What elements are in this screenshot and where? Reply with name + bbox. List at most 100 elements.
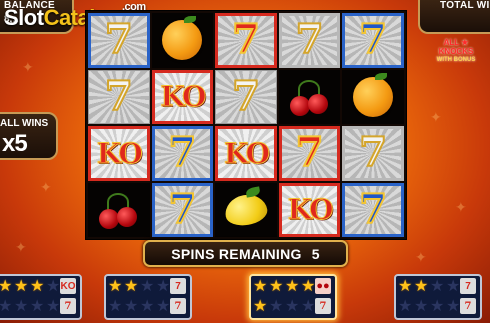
reel-cell-seven: 7 <box>215 69 277 124</box>
cherries-icon <box>288 78 332 116</box>
reel-grid: 7 7 7 7 7 KO 7 KO 7 KO 7 7 7 KO 7 <box>85 10 407 240</box>
star-filled-icon: ★ <box>301 278 316 295</box>
lemon-icon <box>222 191 270 229</box>
spins-remaining-value: 5 <box>311 245 320 262</box>
reel-cell-seven: 7 <box>151 182 214 237</box>
game-logo-subtitle: WITH BONUS <box>436 57 476 63</box>
star-filled-icon: ★ <box>253 298 268 315</box>
star-filled-icon: ★ <box>14 278 29 295</box>
star-filled-icon: ★ <box>414 278 429 295</box>
background-star-icon: ✦ <box>455 199 467 215</box>
reel-cell-seven: 7 <box>215 13 277 68</box>
background-star-icon: ✦ <box>40 179 52 195</box>
cherries-icon: ●● <box>315 278 331 294</box>
star-empty-icon: ★ <box>14 298 29 315</box>
star-empty-icon: ★ <box>30 298 45 315</box>
seven-icon: 7 <box>170 278 186 294</box>
bonus-panel-1: ★★★★★★★★★★KO7 <box>0 274 82 320</box>
star-empty-icon: ★ <box>269 298 284 315</box>
reel-cell-ko: KO <box>88 126 150 181</box>
seven-icon: 7 <box>460 298 476 314</box>
star-empty-icon: ★ <box>140 278 155 295</box>
background-star-icon: ✦ <box>22 59 34 75</box>
background-star-icon: ✦ <box>430 109 442 125</box>
star-empty-icon: ★ <box>46 298 61 315</box>
star-empty-icon: ★ <box>46 278 61 295</box>
reel-cell-seven: 7 <box>278 126 341 181</box>
star-filled-icon: ★ <box>30 278 45 295</box>
star-filled-icon: ★ <box>285 278 300 295</box>
orange-icon <box>353 72 394 117</box>
star-empty-icon: ★ <box>156 278 171 295</box>
seven-symbol: 7 <box>231 16 261 64</box>
cherries-icon <box>97 191 141 229</box>
seven-icon: 7 <box>315 298 331 314</box>
total-win-display: TOTAL WI <box>418 0 490 34</box>
star-empty-icon: ★ <box>430 298 445 315</box>
star-filled-icon: ★ <box>124 278 139 295</box>
seven-symbol: 7 <box>358 16 388 64</box>
seven-symbol: 7 <box>231 72 261 120</box>
reel-cell-seven: 7 <box>342 182 404 237</box>
bonus-panel-4: ★★★★★★★★★★77 <box>394 274 482 320</box>
ko-symbol: KO <box>160 80 207 114</box>
bonus-panel-3: ★★★★★★★★★★●●7 <box>249 274 337 320</box>
seven-symbol: 7 <box>167 185 197 233</box>
reel-cell-orange <box>342 69 404 124</box>
star-empty-icon: ★ <box>446 298 461 315</box>
star-filled-icon: ★ <box>398 278 413 295</box>
reel-cell-ko: KO <box>278 182 341 237</box>
star-empty-icon: ★ <box>414 298 429 315</box>
reel-cell-ko: KO <box>151 69 214 124</box>
ko-symbol: KO <box>96 136 143 170</box>
seven-symbol: 7 <box>358 185 388 233</box>
reel-cell-seven: 7 <box>278 13 341 68</box>
reel-cell-cherries <box>88 182 150 237</box>
star-empty-icon: ★ <box>0 298 12 316</box>
seven-symbol: 7 <box>167 129 197 177</box>
star-filled-icon: ★ <box>253 278 268 295</box>
reel-cell-ko: KO <box>215 126 277 181</box>
background-star-icon: ✦ <box>415 249 427 265</box>
star-filled-icon: ★ <box>269 278 284 295</box>
seven-icon: 7 <box>60 298 76 314</box>
game-stage: ✦ ✦ ✦ ✦ ✦ ✦ BALANCE 8,… TOTAL WI SlotCat… <box>0 0 490 323</box>
game-logo-title: ALL ★ KNOCKS <box>438 38 474 56</box>
ko-symbol: KO <box>287 193 334 227</box>
star-empty-icon: ★ <box>285 298 300 315</box>
seven-symbol: 7 <box>104 16 134 64</box>
star-empty-icon: ★ <box>301 298 316 315</box>
star-empty-icon: ★ <box>398 298 413 315</box>
spins-remaining-label: SPINS REMAINING <box>171 245 302 262</box>
bonus-panel-2: ★★★★★★★★★★77 <box>104 274 192 320</box>
reel-cell-orange <box>151 13 214 68</box>
background-star-icon: ✦ <box>15 239 27 255</box>
reel-cell-cherries <box>278 69 341 124</box>
seven-icon: 7 <box>170 298 186 314</box>
spins-remaining-banner: SPINS REMAINING 5 <box>143 240 348 267</box>
star-empty-icon: ★ <box>124 298 139 315</box>
star-empty-icon: ★ <box>108 298 123 315</box>
seven-symbol: 7 <box>295 129 325 177</box>
total-win-label: TOTAL WI <box>440 0 490 11</box>
seven-symbol: 7 <box>358 129 388 177</box>
seven-icon: 7 <box>460 278 476 294</box>
watermark-slot: Slot <box>4 5 44 30</box>
star-empty-icon: ★ <box>156 298 171 315</box>
all-wins-value: x5 <box>2 130 28 157</box>
reel-cell-seven: 7 <box>342 126 404 181</box>
ko-icon: KO <box>60 278 76 294</box>
star-empty-icon: ★ <box>446 278 461 295</box>
all-wins-multiplier: ALL WINS x5 <box>0 112 58 160</box>
seven-symbol: 7 <box>295 16 325 64</box>
star-filled-icon: ★ <box>0 278 12 296</box>
all-wins-label: ALL WINS <box>0 118 49 129</box>
ko-symbol: KO <box>224 136 271 170</box>
reel-cell-lemon <box>215 182 277 237</box>
seven-symbol: 7 <box>104 72 134 120</box>
star-filled-icon: ★ <box>108 278 123 295</box>
reel-cell-seven: 7 <box>151 126 214 181</box>
reel-cell-seven: 7 <box>88 69 150 124</box>
orange-icon <box>162 16 203 61</box>
reel-cell-seven: 7 <box>342 13 404 68</box>
